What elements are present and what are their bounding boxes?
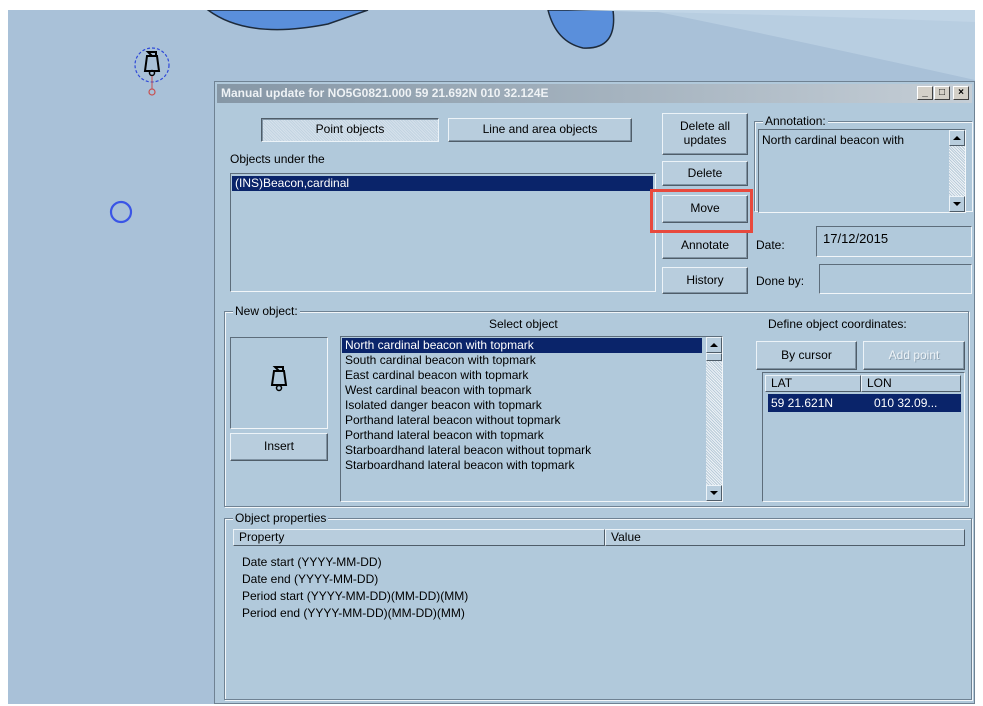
column-header-lon[interactable]: LON: [861, 375, 961, 392]
scroll-down-icon[interactable]: [706, 485, 722, 501]
delete-button[interactable]: Delete: [662, 161, 748, 186]
dialog-titlebar[interactable]: Manual update for NO5G0821.000 59 21.692…: [217, 84, 972, 103]
add-point-button[interactable]: Add point: [863, 341, 965, 370]
date-label: Date:: [756, 238, 785, 252]
selected-beacon-icon[interactable]: [132, 43, 172, 99]
circle-marker-icon[interactable]: [108, 199, 134, 225]
beacon-icon: [267, 365, 291, 398]
annotation-scrollbar[interactable]: [949, 130, 965, 212]
lon-cell: 010 32.09...: [874, 396, 938, 410]
list-item[interactable]: (INS)Beacon,cardinal: [232, 176, 653, 191]
object-properties-label: Object properties: [233, 511, 329, 525]
new-object-label: New object:: [233, 304, 300, 318]
list-item[interactable]: Starboardhand lateral beacon without top…: [342, 443, 702, 458]
list-item[interactable]: Porthand lateral beacon without topmark: [342, 413, 702, 428]
select-object-list[interactable]: North cardinal beacon with topmark South…: [340, 336, 723, 502]
table-row[interactable]: Date start (YYYY-MM-DD): [242, 554, 468, 571]
coordinates-table[interactable]: LAT LON 59 21.621N 010 32.09...: [762, 372, 965, 502]
delete-all-updates-button[interactable]: Delete all updates: [662, 113, 748, 155]
lat-cell: 59 21.621N: [771, 396, 834, 410]
define-coordinates-label: Define object coordinates:: [768, 317, 907, 331]
column-header-value[interactable]: Value: [605, 529, 965, 546]
close-button[interactable]: ×: [953, 86, 969, 100]
objects-under-label: Objects under the: [230, 152, 325, 166]
move-highlight-box: [650, 189, 753, 233]
list-item[interactable]: North cardinal beacon with topmark: [342, 338, 702, 353]
list-item[interactable]: Porthand lateral beacon with topmark: [342, 428, 702, 443]
scroll-up-icon[interactable]: [706, 337, 722, 353]
scroll-up-icon[interactable]: [949, 130, 965, 146]
select-object-label: Select object: [489, 317, 558, 331]
manual-update-dialog: Manual update for NO5G0821.000 59 21.692…: [214, 81, 975, 704]
annotation-textarea[interactable]: North cardinal beacon with: [758, 129, 966, 213]
insert-button[interactable]: Insert: [230, 433, 328, 461]
table-row[interactable]: Date end (YYYY-MM-DD): [242, 571, 468, 588]
done-by-field[interactable]: [819, 264, 972, 294]
annotation-text: North cardinal beacon with: [762, 133, 905, 147]
table-row[interactable]: Period start (YYYY-MM-DD)(MM-DD)(MM): [242, 588, 468, 605]
history-button[interactable]: History: [662, 267, 748, 294]
select-object-scrollbar[interactable]: [706, 337, 722, 501]
column-header-property[interactable]: Property: [233, 529, 605, 546]
new-object-preview: [230, 337, 328, 429]
annotate-button[interactable]: Annotate: [662, 232, 748, 259]
tab-point-objects[interactable]: Point objects: [261, 118, 439, 142]
list-item[interactable]: Starboardhand lateral beacon with topmar…: [342, 458, 702, 473]
dialog-title: Manual update for NO5G0821.000 59 21.692…: [221, 86, 549, 100]
table-row[interactable]: Period end (YYYY-MM-DD)(MM-DD)(MM): [242, 605, 468, 622]
list-item[interactable]: Isolated danger beacon with topmark: [342, 398, 702, 413]
annotation-label: Annotation:: [763, 114, 828, 128]
minimize-button[interactable]: _: [917, 86, 933, 100]
list-item[interactable]: West cardinal beacon with topmark: [342, 383, 702, 398]
list-item[interactable]: South cardinal beacon with topmark: [342, 353, 702, 368]
maximize-button[interactable]: □: [934, 86, 950, 100]
list-item[interactable]: East cardinal beacon with topmark: [342, 368, 702, 383]
date-field[interactable]: 17/12/2015: [816, 226, 972, 257]
tab-line-and-area-objects[interactable]: Line and area objects: [448, 118, 632, 142]
scroll-thumb[interactable]: [706, 353, 722, 361]
table-row[interactable]: 59 21.621N 010 32.09...: [768, 394, 961, 412]
done-by-label: Done by:: [756, 274, 805, 288]
objects-under-list[interactable]: (INS)Beacon,cardinal: [230, 173, 656, 292]
by-cursor-button[interactable]: By cursor: [756, 341, 857, 370]
properties-list: Date start (YYYY-MM-DD) Date end (YYYY-M…: [242, 554, 468, 622]
column-header-lat[interactable]: LAT: [765, 375, 861, 392]
scroll-down-icon[interactable]: [949, 196, 965, 212]
